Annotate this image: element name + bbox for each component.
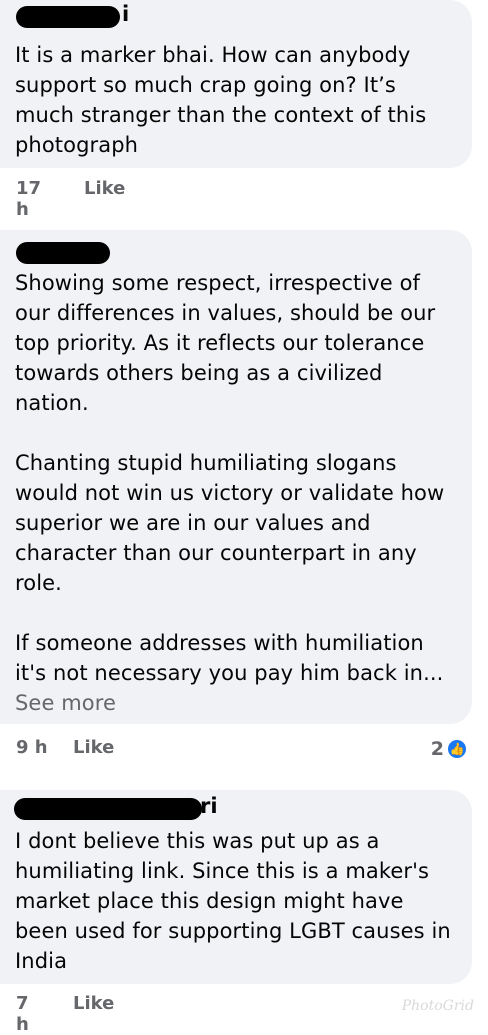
like-button[interactable]: Like xyxy=(73,993,114,1014)
comment-time[interactable]: 9 h xyxy=(16,737,48,758)
comment-bubble[interactable]: Showing some respect, irrespective of ou… xyxy=(0,230,472,724)
redacted-author-name xyxy=(14,798,202,820)
comment-time[interactable]: 17 h xyxy=(16,178,41,220)
like-button[interactable]: Like xyxy=(73,737,114,758)
reaction-count: 2 xyxy=(431,738,444,760)
comment-bubble[interactable]: ri I dont believe this was put up as a h… xyxy=(0,790,472,984)
thumbs-up-icon: 👍 xyxy=(446,738,468,760)
watermark-logo: PhotoGrid xyxy=(402,998,474,1014)
comment-meta: 9 h Like 2 👍 xyxy=(0,737,488,761)
redacted-author-name xyxy=(16,6,120,28)
comment-text: I dont believe this was put up as a humi… xyxy=(15,826,465,976)
see-more-link[interactable]: See more xyxy=(15,688,465,718)
comment-text: It is a marker bhai. How can anybody sup… xyxy=(15,40,465,160)
comment-bubble[interactable]: i It is a marker bhai. How can anybody s… xyxy=(0,0,472,168)
author-name[interactable]: i xyxy=(122,2,129,26)
like-button[interactable]: Like xyxy=(84,178,125,199)
comment-time[interactable]: 7 h xyxy=(16,993,29,1035)
comment-text: Showing some respect, irrespective of ou… xyxy=(15,268,465,688)
redacted-author-name xyxy=(16,242,110,264)
author-name[interactable]: ri xyxy=(200,794,218,818)
reaction-summary[interactable]: 2 👍 xyxy=(431,737,468,761)
